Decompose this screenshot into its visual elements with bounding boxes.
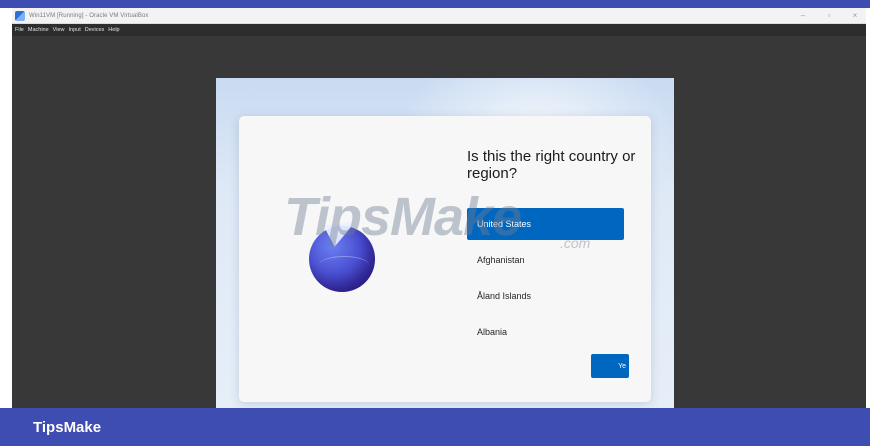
setup-card: Is this the right country or region? Uni… [239,116,651,402]
menu-bar: File Machine View Input Devices Help [12,24,866,36]
country-label: Albania [477,327,508,337]
window-titlebar[interactable]: Win11VM [Running] - Oracle VM VirtualBox… [12,8,866,24]
country-label: Åland Islands [477,291,532,301]
menu-view[interactable]: View [53,27,65,33]
window-controls: – ▫ × [798,8,860,24]
setup-question: Is this the right country or region? [467,148,636,182]
window-title: Win11VM [Running] - Oracle VM VirtualBox [29,12,149,19]
watermark-suffix: .com [560,235,591,251]
country-item-albania[interactable]: Albania [467,316,624,348]
country-item-aland-islands[interactable]: Åland Islands [467,280,624,312]
menu-machine[interactable]: Machine [28,27,49,33]
menu-file[interactable]: File [15,27,24,33]
country-label: Afghanistan [477,255,525,265]
top-accent-bar [0,0,870,8]
screenshot-frame: Win11VM [Running] - Oracle VM VirtualBox… [0,0,870,446]
virtualbox-app-icon [15,10,25,21]
restore-icon[interactable]: ▫ [824,8,834,24]
yes-button[interactable]: Ye [591,354,629,378]
globe-orbit-line [319,256,369,274]
menu-help[interactable]: Help [108,27,119,33]
watermark-logo: TipsMake [284,187,522,247]
country-item-afghanistan[interactable]: Afghanistan [467,244,624,276]
menu-input[interactable]: Input [69,27,81,33]
minimize-icon[interactable]: – [798,8,808,24]
close-icon[interactable]: × [850,8,860,24]
brand-footer: TipsMake [0,408,870,446]
menu-devices[interactable]: Devices [85,27,105,33]
brand-name: TipsMake [33,418,102,436]
